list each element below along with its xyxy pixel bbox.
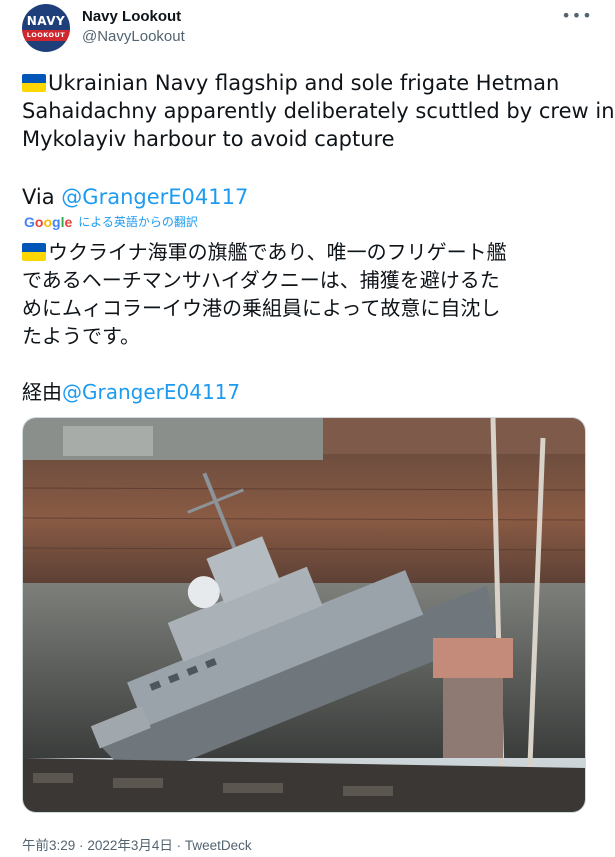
- avatar[interactable]: NAVY LOOKOUT: [22, 4, 70, 52]
- tweet-source-link[interactable]: TweetDeck: [185, 838, 252, 853]
- ukraine-flag-icon: [22, 243, 46, 261]
- tweet-text-line: Mykolayiv harbour to avoid capture: [22, 127, 395, 151]
- tweet-time-link[interactable]: 午前3:29: [22, 838, 75, 853]
- tweet-text-line: Sahaidachny apparently deliberately scut…: [22, 99, 615, 123]
- tweet-via-line: Via @GrangerE04117: [22, 185, 249, 209]
- mention-link[interactable]: @GrangerE04117: [61, 185, 248, 209]
- translation-label[interactable]: による英語からの翻訳: [78, 215, 198, 229]
- translated-text-line: であるヘーチマンサハイダクニーは、捕獲を避けるた: [22, 268, 500, 292]
- tweet-timestamp: 午前3:29 · 2022年3月4日 · TweetDeck: [22, 837, 252, 855]
- separator: ·: [79, 838, 84, 853]
- tweet-text-line: Ukrainian Navy flagship and sole frigate…: [22, 69, 559, 97]
- tweet-date-link[interactable]: 2022年3月4日: [87, 838, 173, 853]
- translated-via-line: 経由@GrangerE04117: [22, 380, 241, 404]
- more-horizontal-icon[interactable]: •••: [561, 4, 592, 26]
- mention-link[interactable]: @GrangerE04117: [62, 380, 240, 404]
- separator: ·: [176, 838, 182, 853]
- author-handle[interactable]: @NavyLookout: [82, 28, 185, 45]
- translated-text-line: ウクライナ海軍の旗艦であり、唯一のフリゲート艦: [22, 238, 507, 266]
- avatar-logo-text: NAVY: [26, 14, 66, 28]
- ukraine-flag-icon: [22, 74, 46, 92]
- translated-text-line: たようです。: [22, 324, 140, 348]
- translation-attribution: Google による英語からの翻訳: [24, 214, 198, 230]
- author-display-name[interactable]: Navy Lookout: [82, 8, 181, 25]
- tweet: NAVY LOOKOUT Navy Lookout @NavyLookout •…: [0, 0, 615, 857]
- translated-text-line: めにムィコラーイウ港の乗組員によって故意に自沈し: [22, 296, 501, 320]
- tweet-photo[interactable]: [22, 417, 586, 813]
- google-logo: Google: [24, 214, 73, 230]
- avatar-logo-subtext: LOOKOUT: [22, 30, 70, 41]
- ship-photo-illustration: [23, 418, 585, 812]
